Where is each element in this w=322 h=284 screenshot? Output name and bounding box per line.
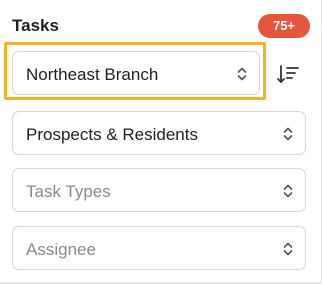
sort-icon[interactable]	[276, 62, 302, 86]
panel-title: Tasks	[12, 16, 59, 35]
chevron-up-down-icon	[283, 242, 293, 256]
contacts-select-value: Prospects & Residents	[26, 125, 198, 144]
chevron-up-down-icon	[283, 127, 293, 141]
task-count-badge: 75+	[258, 14, 310, 38]
branch-select-value: Northeast Branch	[26, 65, 159, 84]
task-types-select[interactable]: Task Types	[12, 168, 306, 212]
chevron-up-down-icon	[283, 184, 293, 198]
tasks-panel: Tasks 75+ Northeast Branch Prospects & R…	[0, 0, 322, 284]
contacts-select[interactable]: Prospects & Residents	[12, 111, 306, 155]
assignee-placeholder: Assignee	[26, 240, 96, 259]
branch-select[interactable]: Northeast Branch	[12, 51, 260, 95]
task-types-placeholder: Task Types	[26, 182, 111, 201]
chevron-up-down-icon	[237, 67, 247, 81]
assignee-select[interactable]: Assignee	[12, 226, 306, 270]
